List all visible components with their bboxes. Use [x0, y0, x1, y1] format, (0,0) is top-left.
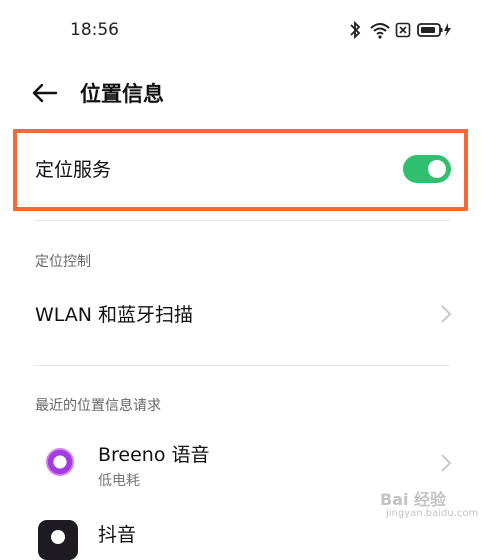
- douyin-icon-dot: [51, 530, 65, 544]
- location-service-label: 定位服务: [35, 159, 112, 181]
- wlan-bluetooth-scan-row[interactable]: WLAN 和蓝牙扫描: [0, 290, 498, 340]
- location-service-row[interactable]: 定位服务: [17, 133, 464, 207]
- sim-icon: [395, 22, 411, 38]
- bluetooth-icon: [350, 20, 361, 40]
- douyin-icon: [38, 520, 78, 560]
- status-time: 18:56: [70, 20, 119, 40]
- status-icons: [349, 20, 459, 42]
- battery-charging-icon: [417, 23, 451, 37]
- back-arrow-icon[interactable]: [30, 79, 60, 107]
- watermark-sub: jingyan.baidu.com: [386, 508, 479, 519]
- chevron-right-icon: [441, 305, 452, 323]
- chevron-right-icon: [441, 454, 452, 472]
- app-name-breeno: Breeno 语音: [98, 444, 210, 466]
- breeno-icon: [46, 448, 74, 476]
- app-name-douyin[interactable]: 抖音: [98, 520, 136, 547]
- watermark-text: Bai 经验: [380, 490, 447, 509]
- wlan-bluetooth-scan-label: WLAN 和蓝牙扫描: [35, 304, 194, 326]
- status-bar: 18:56: [0, 0, 498, 60]
- page-title: 位置信息: [80, 82, 164, 106]
- location-service-toggle[interactable]: [403, 155, 451, 183]
- app-sub-breeno: 低电耗: [98, 473, 140, 489]
- wifi-icon: [370, 23, 390, 39]
- section-label-recent-requests: 最近的位置信息请求: [35, 398, 161, 414]
- toggle-knob: [428, 160, 446, 178]
- section-label-location-control: 定位控制: [35, 254, 91, 270]
- divider: [34, 365, 450, 366]
- header: 位置信息: [0, 70, 498, 116]
- baidu-watermark: Bai 经验 jingyan.baidu.com: [368, 486, 488, 526]
- divider: [34, 220, 450, 221]
